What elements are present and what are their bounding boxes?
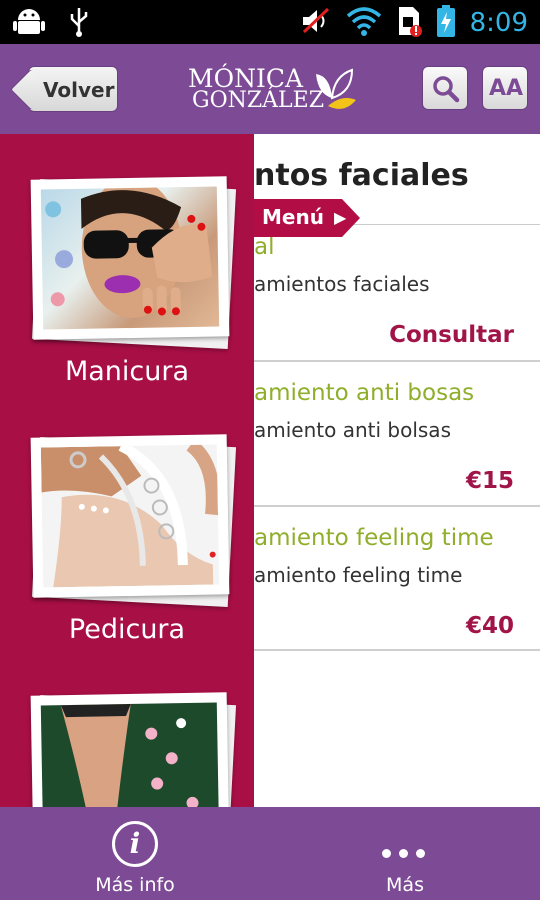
- back-button[interactable]: Volver: [28, 66, 118, 112]
- list-item[interactable]: amiento anti bosas amiento anti bolsas €…: [254, 362, 540, 507]
- tab-label: Más info: [95, 874, 175, 896]
- tab-mas-info[interactable]: i Más info: [60, 807, 210, 900]
- item-price: €15: [465, 468, 514, 494]
- app-header: Volver MÓNICA GONZÁLEZ AA: [0, 44, 540, 134]
- item-description: amientos faciales: [254, 272, 430, 296]
- more-dots-icon: [382, 849, 425, 858]
- logo-line2: GONZÁLEZ: [192, 88, 324, 113]
- list-item[interactable]: amiento feeling time amiento feeling tim…: [254, 507, 540, 651]
- item-description: amiento anti bolsas: [254, 418, 451, 442]
- page-title: ntos faciales: [254, 158, 469, 193]
- list-item[interactable]: al amientos faciales Consultar: [254, 224, 540, 362]
- chevron-right-icon: ▶: [334, 208, 347, 227]
- category-label: Pedicura: [68, 614, 186, 645]
- search-icon: [432, 75, 460, 107]
- sidebar-item-pedicura[interactable]: Pedicura: [0, 434, 254, 666]
- tab-mas[interactable]: Más: [330, 807, 480, 900]
- body-care-photo: [30, 692, 240, 807]
- battery-charging-icon: [436, 4, 456, 42]
- item-title: amiento feeling time: [254, 525, 494, 551]
- manicura-photo: [30, 176, 240, 350]
- item-title: al: [254, 234, 275, 260]
- bottom-tab-bar: i Más info Más: [0, 807, 540, 900]
- sidebar-item-depilacion[interactable]: [0, 692, 254, 807]
- android-icon: [12, 6, 46, 42]
- font-size-label: AA: [489, 76, 524, 101]
- status-bar: 8:09: [0, 0, 540, 44]
- item-price: Consultar: [389, 322, 514, 348]
- item-price: €40: [465, 613, 514, 639]
- font-size-button[interactable]: AA: [482, 66, 528, 110]
- item-title: amiento anti bosas: [254, 380, 475, 406]
- brand-logo: MÓNICA GONZÁLEZ: [188, 64, 358, 120]
- sim-alert-icon: [396, 5, 422, 41]
- wifi-icon: [346, 6, 382, 40]
- menu-tab[interactable]: Menú ▶: [254, 199, 360, 237]
- tab-label: Más: [386, 874, 424, 896]
- back-button-label: Volver: [43, 78, 115, 102]
- menu-tab-label: Menú: [262, 205, 324, 229]
- info-icon: i: [112, 821, 158, 867]
- mute-icon: [300, 6, 332, 40]
- leaf-icon: [310, 66, 358, 120]
- item-description: amiento feeling time: [254, 563, 463, 587]
- category-label: Manicura: [64, 356, 190, 387]
- pedicura-photo: [30, 434, 240, 608]
- sidebar-item-manicura[interactable]: Manicura: [0, 176, 254, 408]
- usb-icon: [68, 6, 90, 42]
- search-button[interactable]: [422, 66, 468, 110]
- clock: 8:09: [469, 8, 528, 38]
- category-sidebar: Manicura Pedicura: [0, 134, 254, 807]
